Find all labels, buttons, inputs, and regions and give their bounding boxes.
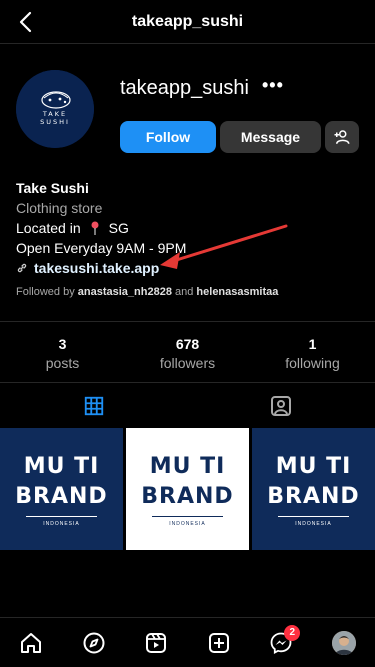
profile-photo-icon <box>331 630 356 655</box>
profile-avatar[interactable]: TAKE SUSHI <box>16 70 94 148</box>
grid-icon <box>84 396 103 415</box>
stat-following[interactable]: 1 following <box>250 322 375 382</box>
plus-square-icon <box>208 632 229 653</box>
post-thumbnail[interactable]: MU TI BRAND INDONESIA <box>126 428 249 550</box>
reels-icon <box>146 632 167 653</box>
posts-grid: MU TI BRAND INDONESIA MU TI BRAND INDONE… <box>0 428 375 550</box>
post-subtext: INDONESIA <box>43 521 80 527</box>
bio-link[interactable]: takesushi.take.app <box>34 258 159 278</box>
nav-reels[interactable] <box>136 623 176 663</box>
bio-category[interactable]: Clothing store <box>16 198 356 218</box>
tab-tagged[interactable] <box>188 383 375 428</box>
followed-by-user-2[interactable]: helenasasmitaa <box>196 286 278 298</box>
post-thumbnail[interactable]: MU TI BRAND INDONESIA <box>0 428 123 550</box>
stat-followers-label: followers <box>159 355 216 371</box>
tagged-user-icon <box>271 395 292 416</box>
link-icon <box>17 263 27 273</box>
annotation-arrow-icon <box>160 224 288 269</box>
followed-by-user-1[interactable]: anastasia_nh2828 <box>78 286 172 298</box>
post-divider <box>278 516 349 517</box>
bio-name: Take Sushi <box>16 180 89 196</box>
followed-by-conj: and <box>175 286 194 298</box>
post-text: MU TI BRAND <box>15 454 108 509</box>
post-text: MU TI BRAND <box>141 454 234 509</box>
nav-explore[interactable] <box>74 623 114 663</box>
messages-badge: 2 <box>284 624 301 641</box>
post-divider <box>152 516 223 517</box>
post-text: MU TI BRAND <box>267 454 360 509</box>
top-bar: takeapp_sushi <box>0 0 375 44</box>
stat-posts[interactable]: 3 posts <box>0 322 125 382</box>
post-divider <box>26 516 97 517</box>
stat-followers[interactable]: 678 followers <box>125 322 250 382</box>
location-value: SG <box>108 220 129 236</box>
pushpin-icon <box>91 221 99 235</box>
profile-stats: 3 posts 678 followers 1 following <box>0 321 375 383</box>
stat-followers-count: 678 <box>175 336 200 352</box>
home-icon <box>21 632 42 653</box>
nav-create[interactable] <box>199 623 239 663</box>
sushi-logo-icon: TAKE SUSHI <box>16 70 94 148</box>
svg-text:TAKE: TAKE <box>42 110 67 118</box>
stat-following-count: 1 <box>308 336 317 352</box>
add-user-button[interactable] <box>325 121 359 153</box>
svg-text:SUSHI: SUSHI <box>40 118 70 126</box>
stat-following-label: following <box>285 355 340 371</box>
tab-posts-grid[interactable] <box>0 383 188 428</box>
nav-messages[interactable]: 2 <box>261 623 301 663</box>
stat-posts-count: 3 <box>58 336 67 352</box>
bottom-nav: 2 <box>0 617 375 667</box>
message-button[interactable]: Message <box>220 121 321 153</box>
content-tabs <box>0 383 375 428</box>
nav-home[interactable] <box>11 623 51 663</box>
location-prefix: Located in <box>16 220 81 236</box>
compass-icon <box>83 632 105 653</box>
follow-button[interactable]: Follow <box>120 121 216 153</box>
post-subtext: INDONESIA <box>295 521 332 527</box>
profile-username: takeapp_sushi <box>120 77 249 99</box>
page-title: takeapp_sushi <box>131 13 244 30</box>
post-subtext: INDONESIA <box>169 521 206 527</box>
more-options-icon[interactable]: ••• <box>262 75 284 96</box>
followed-by[interactable]: Followed by anastasia_nh2828 and helenas… <box>16 286 278 298</box>
avatar <box>331 630 356 655</box>
nav-profile[interactable] <box>324 623 364 663</box>
followed-by-prefix: Followed by <box>16 286 75 298</box>
post-thumbnail[interactable]: MU TI BRAND INDONESIA <box>252 428 375 550</box>
stat-posts-label: posts <box>45 355 80 371</box>
add-user-icon <box>334 130 350 144</box>
